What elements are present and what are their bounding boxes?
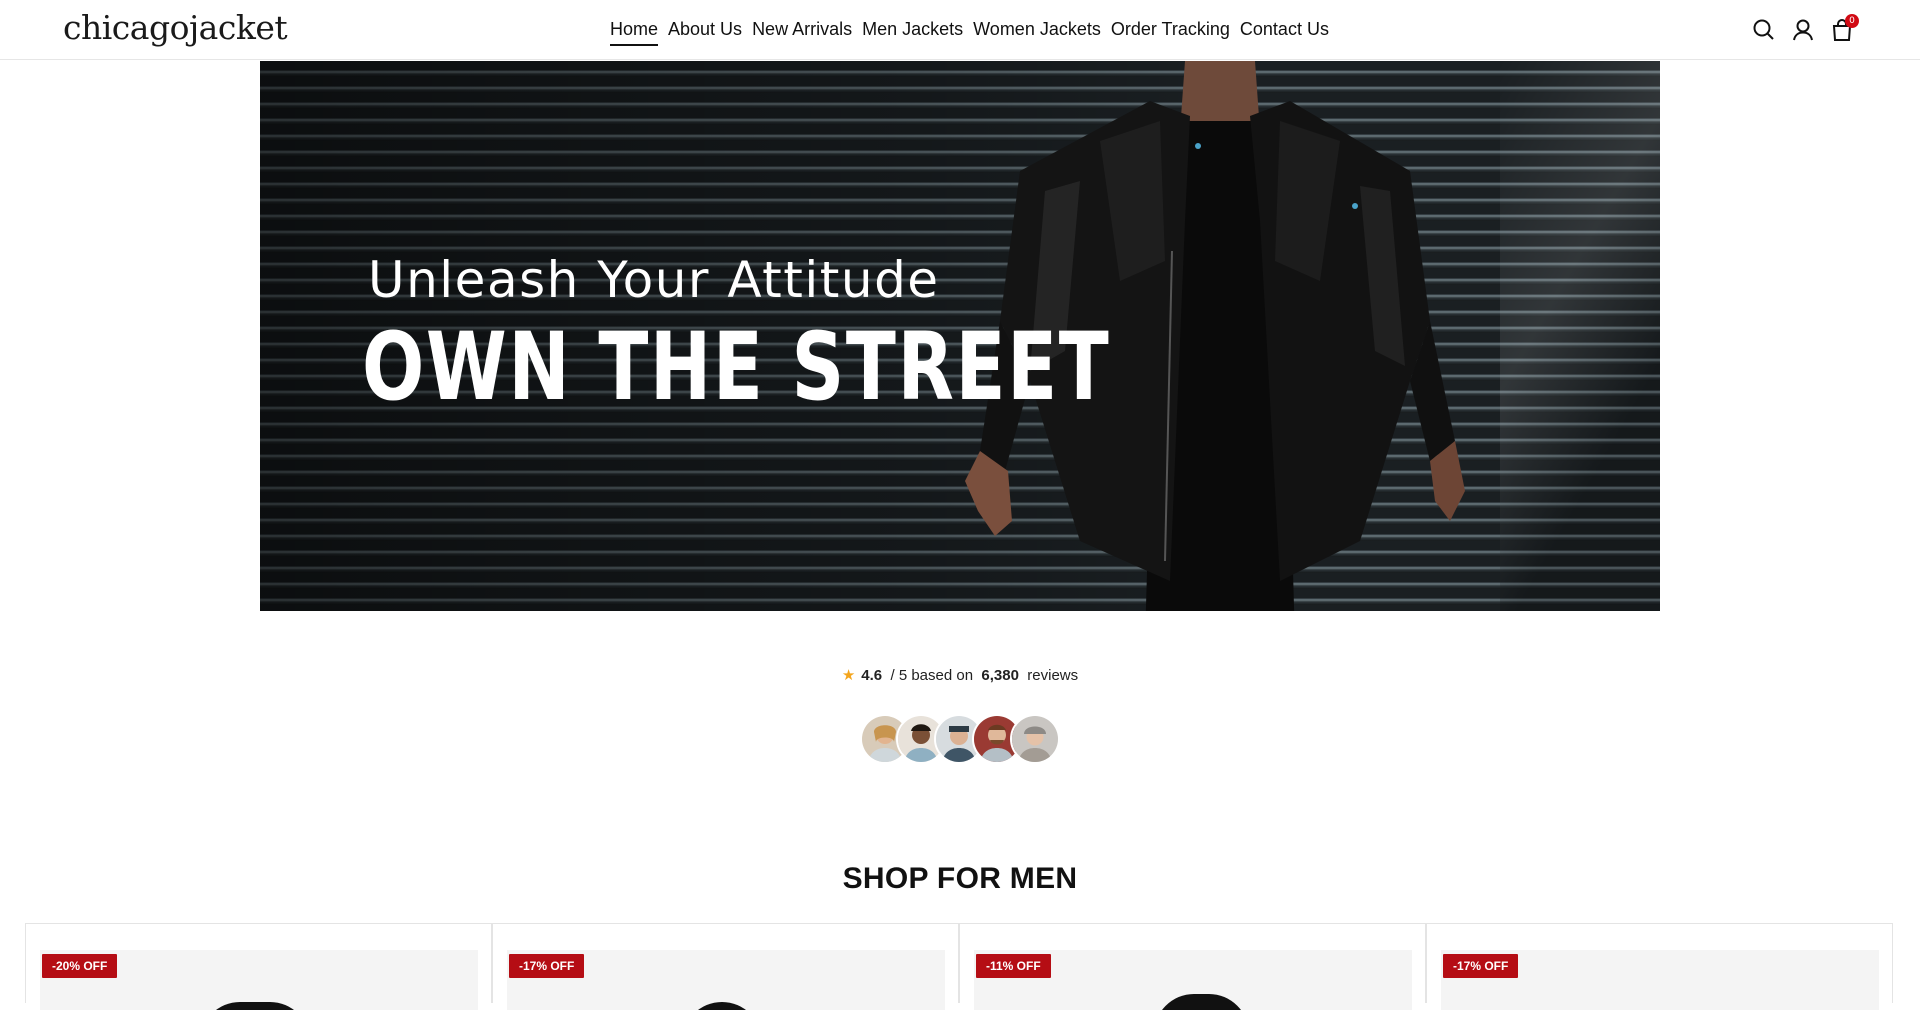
product-grid: -20% OFF -17% OFF -11% OFF -17% OFF [25,923,1894,1010]
discount-badge: -20% OFF [42,954,118,978]
jacket-thumbnail [200,1002,310,1010]
review-score: 4.6 [861,667,883,684]
review-out-of: / 5 based on [890,667,974,684]
product-card[interactable]: -17% OFF [1426,923,1893,1010]
nav-about-us[interactable]: About Us [668,17,742,46]
product-card[interactable]: -20% OFF [25,923,492,1010]
section-title-shop-for-men: SHOP FOR MEN [842,862,1078,895]
nav-contact-us[interactable]: Contact Us [1240,17,1329,46]
main-nav: Home About Us New Arrivals Men Jackets W… [610,17,1329,46]
reviewer-avatars [860,714,1060,764]
nav-home[interactable]: Home [610,17,659,46]
review-summary: ★ 4.6 / 5 based on 6,380 reviews [0,664,1920,688]
product-card[interactable]: -17% OFF [492,923,959,1010]
hero-light-diagonal [1500,61,1660,611]
site-header: chicagojacket Home About Us New Arrivals… [0,0,1920,60]
product-card[interactable]: -11% OFF [959,923,1426,1010]
discount-badge: -17% OFF [509,954,585,978]
avatar [1010,714,1060,764]
hero-banner[interactable]: Unleash Your Attitude OWN THE STREET [260,61,1660,611]
shopping-bag-icon[interactable]: 0 [1829,14,1859,43]
user-icon[interactable] [1790,17,1816,43]
nav-new-arrivals[interactable]: New Arrivals [752,17,852,46]
jacket-thumbnail [1154,994,1249,1010]
search-icon[interactable] [1751,17,1777,43]
hero-title: OWN THE STREET [362,313,1111,422]
discount-badge: -11% OFF [976,954,1051,978]
site-logo[interactable]: chicagojacket [63,6,288,50]
hero-subtitle: Unleash Your Attitude [368,251,940,309]
nav-order-tracking[interactable]: Order Tracking [1111,17,1230,46]
nav-women-jackets[interactable]: Women Jackets [973,17,1101,46]
review-count: 6,380 [981,667,1019,684]
review-suffix: reviews [1027,667,1079,684]
discount-badge: -17% OFF [1443,954,1519,978]
jacket-thumbnail [682,1002,762,1010]
star-icon: ★ [841,667,856,684]
cart-count-badge: 0 [1845,14,1859,28]
nav-men-jackets[interactable]: Men Jackets [862,17,963,46]
